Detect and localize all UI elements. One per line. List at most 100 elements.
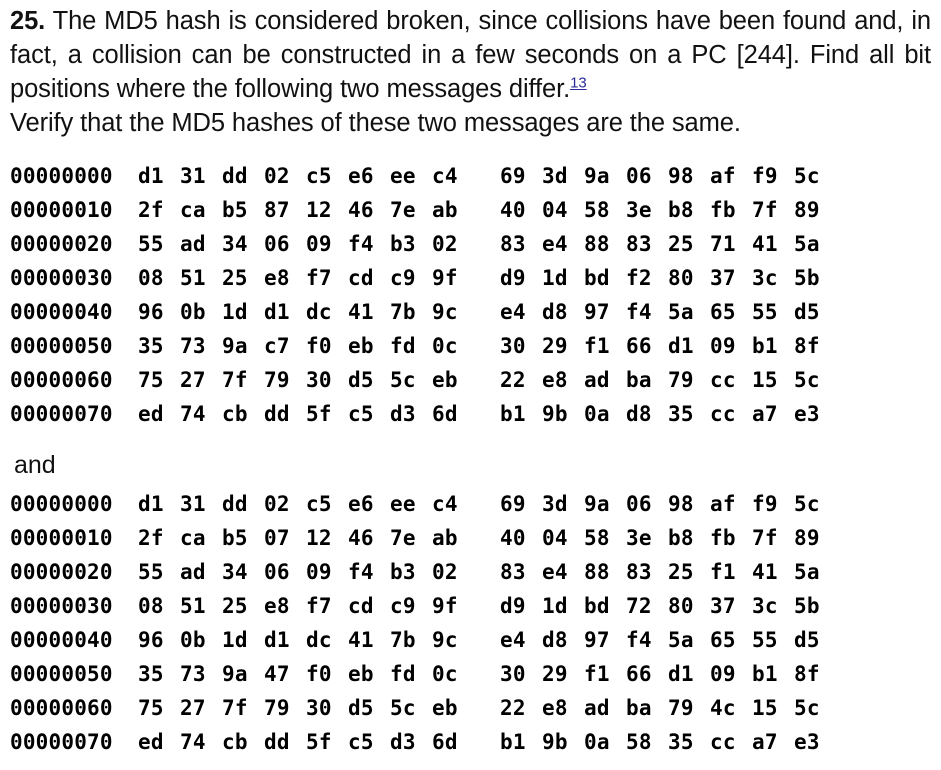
hex-byte: 80 bbox=[668, 594, 694, 618]
hex-byte-group-left: d1 31 dd 02 c5 e6 ee c4 bbox=[138, 159, 474, 193]
hex-byte: ee bbox=[390, 164, 416, 188]
hex-byte: 02 bbox=[432, 560, 458, 584]
hex-byte: 9b bbox=[542, 402, 568, 426]
hex-byte: ad bbox=[584, 696, 610, 720]
hex-offset: 00000070 bbox=[10, 730, 113, 754]
hex-byte: 31 bbox=[180, 164, 206, 188]
hex-byte: 5f bbox=[306, 730, 332, 754]
hex-byte: b3 bbox=[390, 232, 416, 256]
hex-byte: 66 bbox=[626, 334, 652, 358]
hex-byte: 0c bbox=[432, 662, 458, 686]
hex-byte: f2 bbox=[626, 266, 652, 290]
hex-byte: 96 bbox=[138, 628, 164, 652]
hex-byte: 25 bbox=[668, 232, 694, 256]
hex-byte: 15 bbox=[752, 368, 778, 392]
hex-offset: 00000060 bbox=[10, 696, 113, 720]
hex-offset: 00000050 bbox=[10, 662, 113, 686]
hex-byte: cc bbox=[710, 368, 736, 392]
hex-byte: e6 bbox=[348, 164, 374, 188]
hexdump-message-two: 00000000 d1 31 dd 02 c5 e6 ee c4 69 3d 9a 06 98 af f9 5c… bbox=[0, 487, 941, 759]
hex-byte: e4 bbox=[500, 300, 526, 324]
hex-byte: 25 bbox=[222, 266, 248, 290]
hex-byte-group-left: 08 51 25 e8 f7 cd c9 9f bbox=[138, 261, 474, 295]
hex-byte: fb bbox=[710, 526, 736, 550]
hex-byte-group-right: 22 e8 ad ba 79 4c 15 5c bbox=[500, 691, 836, 725]
hex-row: 00000000 d1 31 dd 02 c5 e6 ee c4 69 3d 9a 06 98 af f9 5c bbox=[10, 159, 941, 193]
hex-byte: 02 bbox=[264, 492, 290, 516]
hex-byte-group-left: 75 27 7f 79 30 d5 5c eb bbox=[138, 691, 474, 725]
hex-byte: e4 bbox=[542, 232, 568, 256]
hex-byte: 7f bbox=[222, 368, 248, 392]
hex-byte: 51 bbox=[180, 594, 206, 618]
hex-byte: 1d bbox=[222, 628, 248, 652]
hex-byte: 3e bbox=[626, 526, 652, 550]
hex-byte: 9c bbox=[432, 628, 458, 652]
hex-byte: f1 bbox=[710, 560, 736, 584]
hex-byte: 30 bbox=[306, 368, 332, 392]
hex-byte: 5c bbox=[794, 368, 820, 392]
hex-byte: 29 bbox=[542, 334, 568, 358]
hex-row: 00000000 d1 31 dd 02 c5 e6 ee c4 69 3d 9a 06 98 af f9 5c bbox=[10, 487, 941, 521]
hex-byte: 12 bbox=[306, 198, 332, 222]
hex-byte: 69 bbox=[500, 164, 526, 188]
hex-byte-group-left: 2f ca b5 87 12 46 7e ab bbox=[138, 193, 474, 227]
hex-byte: 3d bbox=[542, 164, 568, 188]
hex-byte: 27 bbox=[180, 696, 206, 720]
hex-byte: af bbox=[710, 492, 736, 516]
hex-byte: 83 bbox=[626, 232, 652, 256]
hex-byte: 79 bbox=[264, 696, 290, 720]
hex-byte: 65 bbox=[710, 300, 736, 324]
hex-byte: d1 bbox=[264, 628, 290, 652]
hex-byte: 22 bbox=[500, 368, 526, 392]
footnote-link-13[interactable]: 13 bbox=[570, 75, 587, 92]
hex-byte: 7f bbox=[752, 526, 778, 550]
hex-byte: 5a bbox=[668, 300, 694, 324]
hex-byte: d1 bbox=[138, 492, 164, 516]
hex-offset: 00000040 bbox=[10, 300, 113, 324]
hex-byte: b1 bbox=[752, 662, 778, 686]
hex-byte: 35 bbox=[138, 334, 164, 358]
hex-byte: b1 bbox=[500, 730, 526, 754]
hex-byte: bd bbox=[584, 266, 610, 290]
hex-byte: 83 bbox=[626, 560, 652, 584]
hex-row: 00000040 96 0b 1d d1 dc 41 7b 9c e4 d8 97 f4 5a 65 55 d5 bbox=[10, 623, 941, 657]
hex-byte-group-left: 96 0b 1d d1 dc 41 7b 9c bbox=[138, 295, 474, 329]
hex-byte: eb bbox=[432, 696, 458, 720]
hex-byte: 74 bbox=[180, 730, 206, 754]
hex-offset: 00000040 bbox=[10, 628, 113, 652]
hex-byte: d1 bbox=[668, 334, 694, 358]
hex-byte: f0 bbox=[306, 334, 332, 358]
hex-byte-group-right: d9 1d bd 72 80 37 3c 5b bbox=[500, 589, 836, 623]
hex-byte: 7b bbox=[390, 300, 416, 324]
hex-byte: e3 bbox=[794, 402, 820, 426]
hex-byte: 75 bbox=[138, 696, 164, 720]
hex-byte: eb bbox=[348, 662, 374, 686]
hex-byte: b8 bbox=[668, 526, 694, 550]
hex-byte: 3d bbox=[542, 492, 568, 516]
hex-byte: ca bbox=[180, 198, 206, 222]
hex-byte: 96 bbox=[138, 300, 164, 324]
hex-byte: 12 bbox=[306, 526, 332, 550]
hex-byte: 5a bbox=[794, 560, 820, 584]
hex-byte: 40 bbox=[500, 198, 526, 222]
hex-byte-group-right: e4 d8 97 f4 5a 65 55 d5 bbox=[500, 623, 836, 657]
hex-byte: 89 bbox=[794, 526, 820, 550]
hex-byte: cb bbox=[222, 730, 248, 754]
hex-byte: f9 bbox=[752, 492, 778, 516]
hex-byte-group-right: 40 04 58 3e b8 fb 7f 89 bbox=[500, 193, 836, 227]
hex-byte: 02 bbox=[432, 232, 458, 256]
hex-byte: d1 bbox=[138, 164, 164, 188]
hex-byte: 89 bbox=[794, 198, 820, 222]
hex-byte: 65 bbox=[710, 628, 736, 652]
hex-byte: 88 bbox=[584, 560, 610, 584]
hex-byte: d5 bbox=[348, 696, 374, 720]
hex-byte: 09 bbox=[710, 662, 736, 686]
hex-byte: d9 bbox=[500, 594, 526, 618]
hex-byte: c9 bbox=[390, 266, 416, 290]
hex-byte: 30 bbox=[306, 696, 332, 720]
hex-byte: ad bbox=[180, 560, 206, 584]
hex-byte-group-right: 30 29 f1 66 d1 09 b1 8f bbox=[500, 657, 836, 691]
hex-byte: 41 bbox=[348, 300, 374, 324]
hex-byte: 8f bbox=[794, 334, 820, 358]
hex-byte: d8 bbox=[626, 402, 652, 426]
